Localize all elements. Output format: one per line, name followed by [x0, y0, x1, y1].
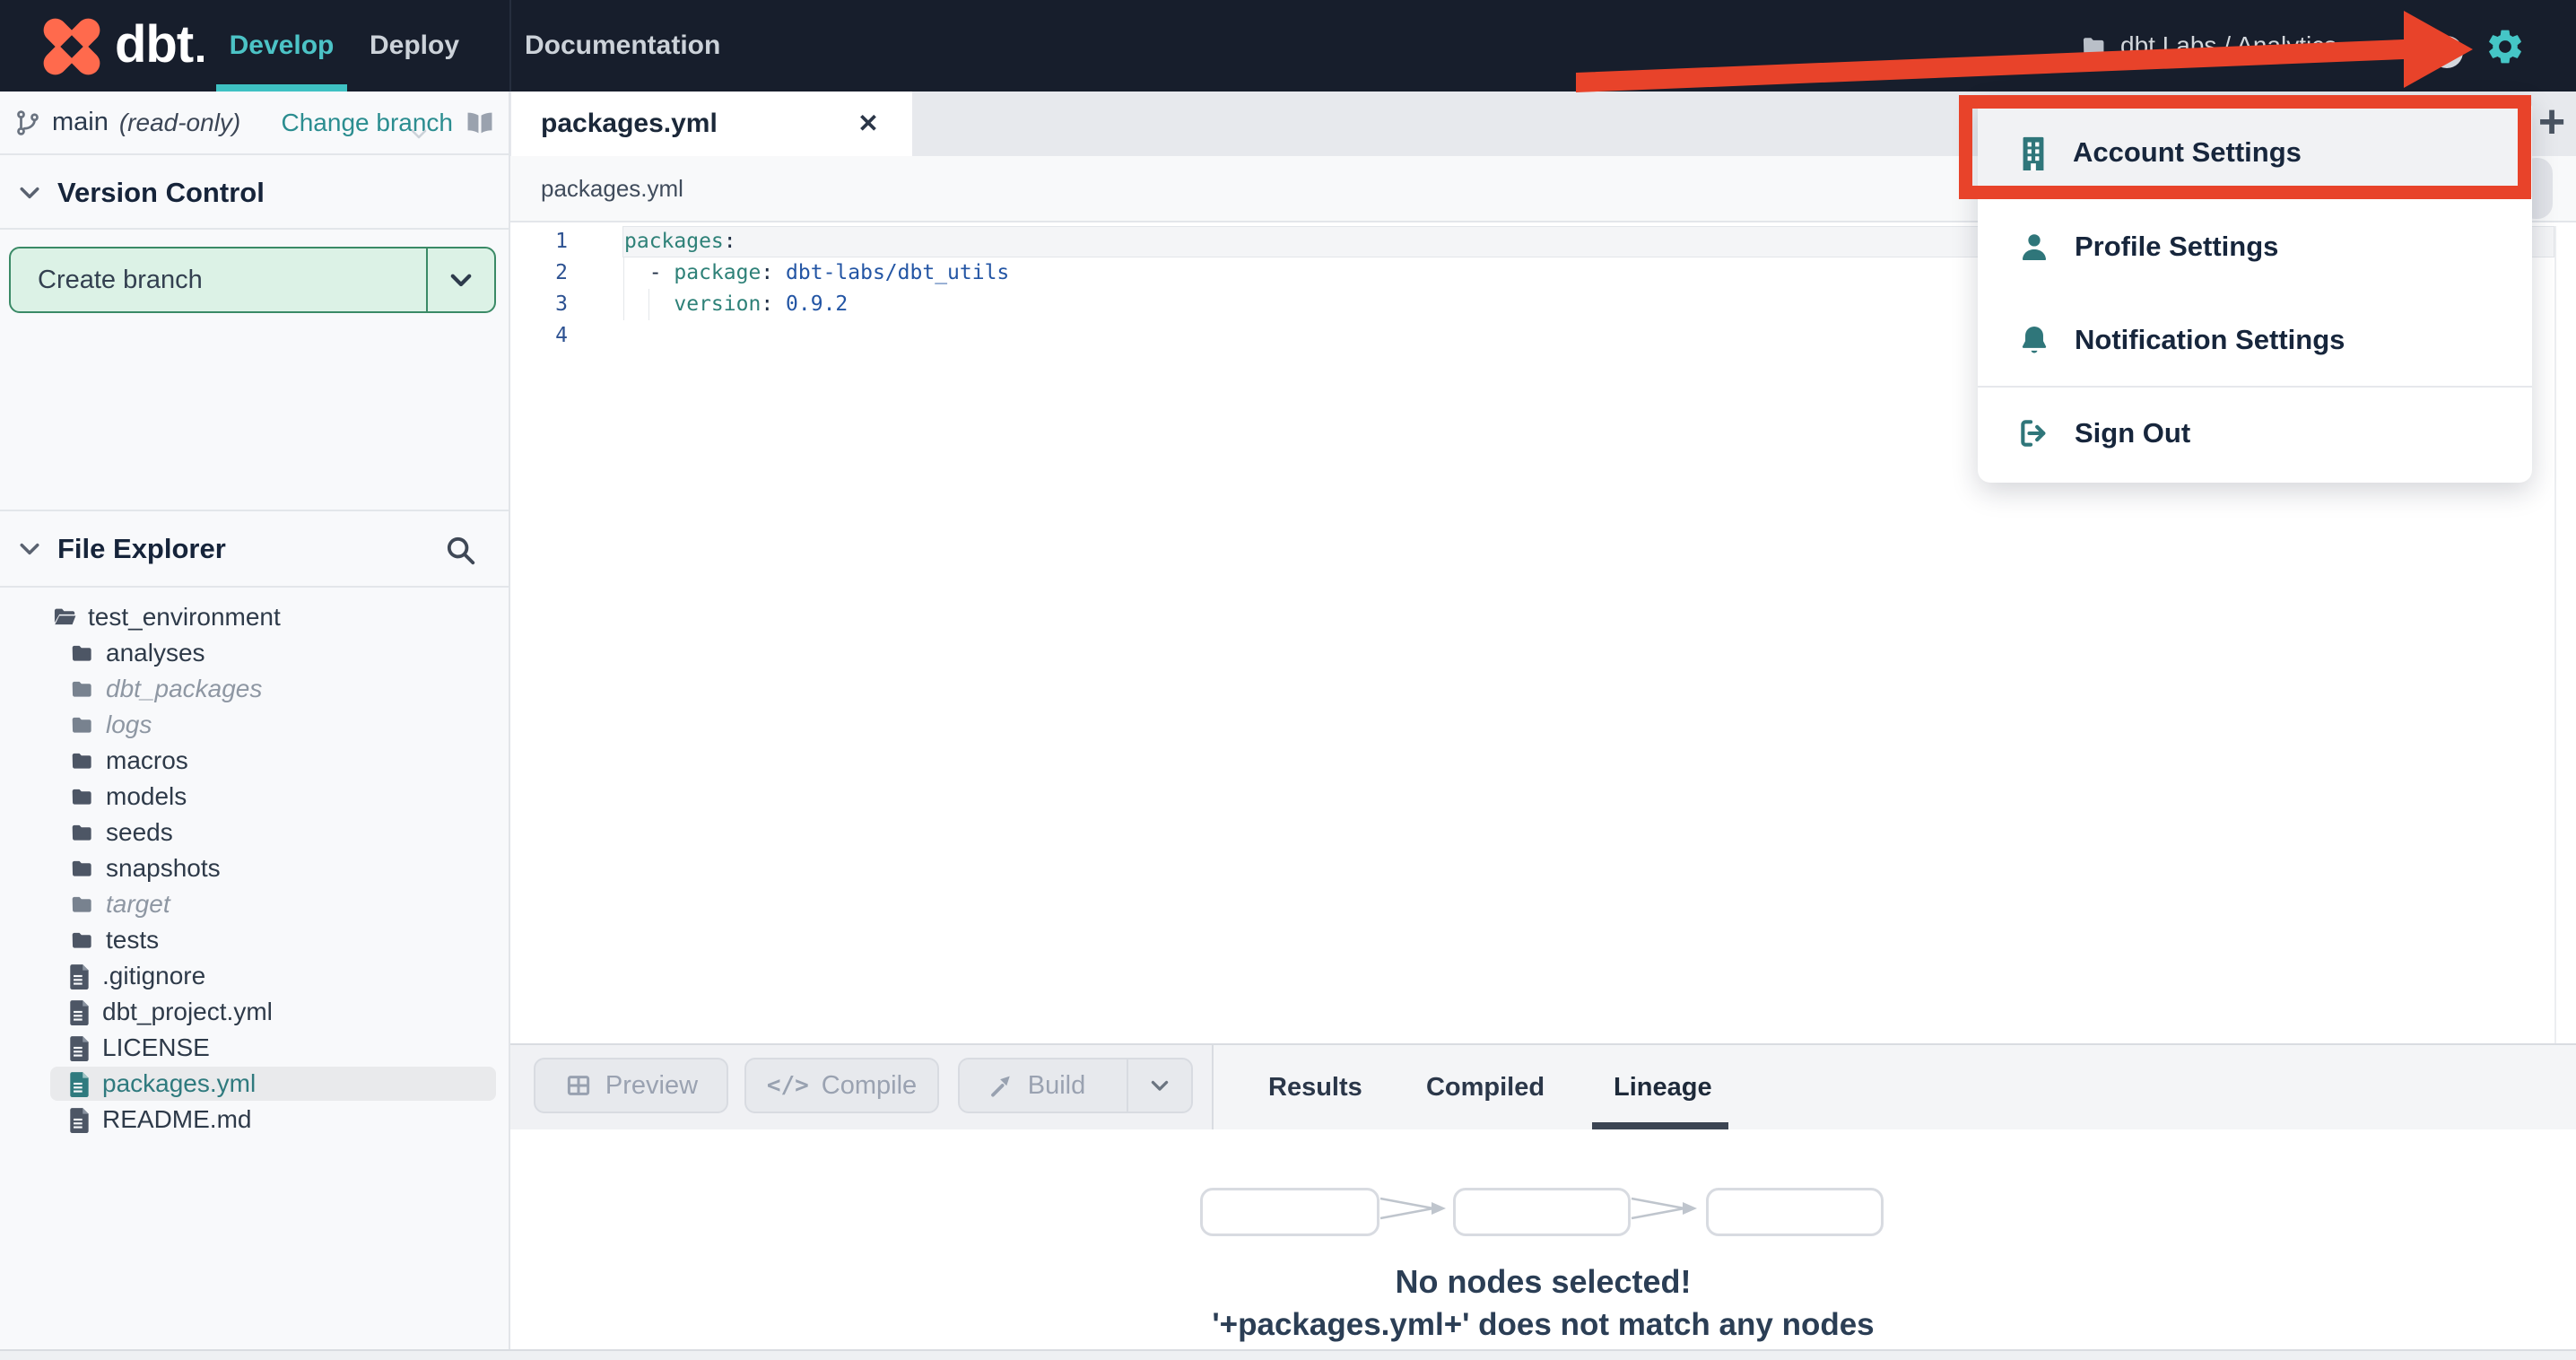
folder-icon — [68, 928, 95, 952]
chevron-down-icon — [16, 536, 43, 562]
tree-item-logs[interactable]: logs — [0, 707, 510, 743]
tree-item-tests[interactable]: tests — [0, 922, 510, 958]
build-icon — [988, 1072, 1015, 1099]
compile-button[interactable]: </> Compile — [744, 1058, 939, 1113]
folder-icon — [68, 641, 95, 665]
lineage-node — [1706, 1181, 1884, 1236]
tab-title: packages.yml — [541, 109, 718, 138]
file-tree: test_environment analyses dbt_packages l… — [0, 599, 510, 1138]
tree-item-dbt-packages[interactable]: dbt_packages — [0, 671, 510, 707]
tree-item-models[interactable]: models — [0, 779, 510, 815]
chevron-down-icon — [16, 179, 43, 206]
chevron-down-icon — [446, 265, 476, 295]
folder-icon — [68, 821, 95, 844]
section-title: File Explorer — [57, 532, 226, 564]
tree-item-macros[interactable]: macros — [0, 743, 510, 779]
annotation-highlight-box — [1959, 95, 2531, 199]
folder-icon — [68, 677, 95, 701]
new-tab-button[interactable]: + — [2528, 92, 2576, 156]
dbt-cloud-ide: dbt Develop Deploy Documentation dbt Lab… — [0, 0, 2576, 1360]
build-dropdown[interactable] — [1127, 1059, 1191, 1112]
gear-icon[interactable] — [2485, 26, 2526, 67]
lineage-node — [1200, 1188, 1379, 1242]
tree-item-packages-yml[interactable]: packages.yml — [0, 1066, 510, 1102]
tree-item-dbt-project-yml[interactable]: dbt_project.yml — [0, 994, 510, 1030]
tab-packages-yml[interactable]: packages.yml ✕ — [511, 92, 912, 156]
annotation-arrow — [1576, 11, 2473, 92]
preview-button[interactable]: Preview — [534, 1058, 728, 1113]
lineage-panel: No nodes selected! '+packages.yml+' does… — [510, 1129, 2576, 1349]
git-branch-icon — [14, 109, 41, 136]
tree-item-license[interactable]: LICENSE — [0, 1030, 510, 1066]
line-numbers: 1 2 3 4 — [555, 230, 568, 347]
breadcrumb: packages.yml — [541, 175, 683, 202]
build-button[interactable]: Build — [958, 1058, 1193, 1113]
lineage-empty-subtitle: '+packages.yml+' does not match any node… — [1212, 1307, 1875, 1342]
active-tab-underline — [1592, 1122, 1728, 1129]
create-branch-dropdown[interactable] — [426, 248, 494, 311]
tree-item-analyses[interactable]: analyses — [0, 635, 510, 671]
branch-mode: (read-only) — [118, 108, 241, 136]
folder-icon — [68, 893, 95, 916]
search-icon[interactable] — [443, 533, 479, 569]
create-branch-button[interactable]: Create branch — [9, 247, 496, 313]
tree-item-snapshots[interactable]: snapshots — [0, 850, 510, 886]
nav-tab-deploy[interactable]: Deploy — [362, 0, 466, 139]
create-branch-label: Create branch — [38, 265, 203, 294]
menu-divider — [1978, 386, 2532, 388]
folder-icon — [68, 713, 95, 737]
branch-name: main — [52, 108, 109, 136]
nav-divider — [509, 0, 511, 92]
sidebar: main (read-only) Change branch Version C… — [0, 92, 510, 1349]
menu-item-notification-settings[interactable]: Notification Settings — [1978, 295, 2532, 385]
tree-item-seeds[interactable]: seeds — [0, 815, 510, 850]
editor-scrollbar[interactable] — [2554, 226, 2556, 1043]
lineage-arrow-icon — [1379, 1197, 1446, 1220]
tree-item-test-environment[interactable]: test_environment — [0, 599, 510, 635]
file-icon — [68, 963, 91, 989]
person-icon — [2017, 230, 2051, 264]
folder-icon — [68, 749, 95, 772]
nav-tab-documentation[interactable]: Documentation — [525, 0, 720, 92]
status-strip — [0, 1349, 2576, 1360]
folder-icon — [68, 857, 95, 880]
tab-results[interactable]: Results — [1268, 1045, 1362, 1129]
version-control-header[interactable]: Version Control — [0, 157, 509, 230]
tab-compiled-code[interactable]: Compiled Code — [1403, 1045, 1568, 1186]
dbt-logo-icon[interactable] — [39, 13, 105, 80]
code-icon: </> — [766, 1072, 809, 1099]
lineage-arrow-icon — [1631, 1197, 1697, 1220]
file-icon — [68, 998, 91, 1025]
sign-out-icon — [2017, 416, 2051, 450]
file-icon — [68, 1034, 91, 1061]
lineage-empty-title: No nodes selected! — [1395, 1263, 1692, 1300]
folder-open-icon — [50, 605, 79, 630]
section-title: Version Control — [57, 176, 265, 208]
file-icon — [68, 1106, 91, 1133]
lineage-node — [1453, 1188, 1631, 1236]
active-tab-underline — [216, 84, 347, 92]
branch-row: main (read-only) Change branch — [0, 92, 509, 155]
file-icon — [68, 1070, 91, 1097]
file-explorer-header[interactable]: File Explorer — [0, 510, 509, 588]
nav-tab-develop[interactable]: Develop — [216, 0, 347, 92]
bottom-toolbar: Preview </> Compile Build Results Compil… — [510, 1043, 2576, 1186]
menu-item-profile-settings[interactable]: Profile Settings — [1978, 202, 2532, 292]
close-icon[interactable]: ✕ — [850, 92, 886, 156]
dbt-logo-text: dbt — [115, 0, 205, 92]
tree-item-target[interactable]: target — [0, 886, 510, 922]
tree-item-readme-md[interactable]: README.md — [0, 1102, 510, 1138]
bell-icon — [2017, 323, 2051, 357]
build-button-main[interactable]: Build — [960, 1059, 1114, 1112]
folder-icon — [68, 785, 95, 808]
chevron-down-icon — [408, 91, 430, 182]
tree-item-gitignore[interactable]: .gitignore — [0, 958, 510, 994]
code-content[interactable]: packages: - package: dbt-labs/dbt_utils … — [624, 226, 1009, 352]
tab-lineage[interactable]: Lineage — [1614, 1045, 1712, 1129]
menu-item-sign-out[interactable]: Sign Out — [1978, 388, 2532, 478]
docs-book-icon[interactable] — [464, 108, 496, 138]
table-icon — [564, 1072, 593, 1099]
